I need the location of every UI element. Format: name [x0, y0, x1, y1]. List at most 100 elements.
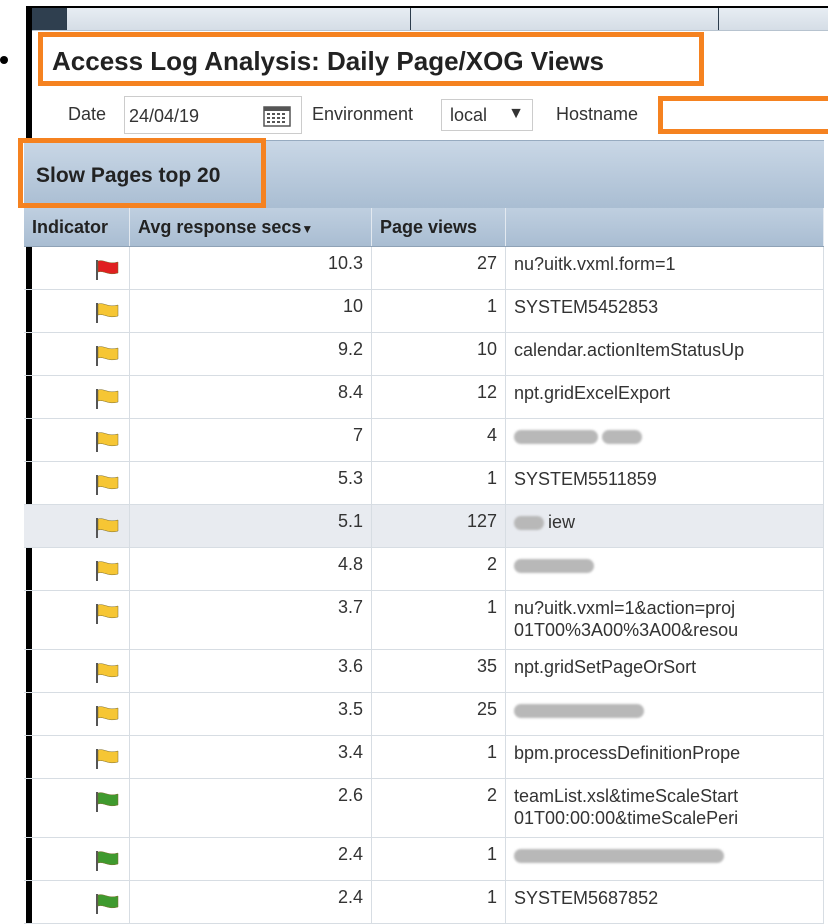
table-row[interactable]: 5.3 1 SYSTEM5511859 — [24, 462, 824, 505]
page-views-cell: 35 — [372, 650, 506, 692]
page-name-cell[interactable]: iew — [506, 505, 824, 547]
page-name-cell[interactable]: nu?uitk.vxml.form=1 — [506, 247, 824, 289]
page-name-text: nu?uitk.vxml=1&action=proj 01T00%3A00%3A… — [514, 598, 739, 640]
avg-response-cell: 2.4 — [130, 881, 372, 923]
table-row[interactable]: 2.4 1 — [24, 838, 824, 881]
table-row[interactable]: 3.6 35 npt.gridSetPageOrSort — [24, 650, 824, 693]
page-name-cell[interactable] — [506, 838, 824, 880]
avg-response-cell: 9.2 — [130, 333, 372, 375]
yellow-flag-icon — [96, 749, 119, 769]
yellow-flag-icon — [96, 475, 119, 495]
date-value: 24/04/19 — [129, 106, 200, 126]
page-name-text: teamList.xsl&timeScaleStart 01T00:00:00&… — [514, 786, 739, 828]
avg-response-cell: 10.3 — [130, 247, 372, 289]
page-name-cell[interactable] — [506, 693, 824, 735]
page-name-text: bpm.processDefinitionPrope — [514, 743, 741, 763]
page-name-text: SYSTEM5511859 — [514, 469, 657, 489]
table-row[interactable]: 5.1 127 iew — [24, 505, 824, 548]
header-page-views[interactable]: Page views — [372, 208, 506, 246]
page-views-cell: 1 — [372, 838, 506, 880]
page-views-cell: 27 — [372, 247, 506, 289]
date-label: Date — [68, 104, 107, 124]
hostname-input[interactable] — [658, 96, 828, 134]
indicator-cell — [24, 462, 130, 504]
page-name-text: SYSTEM5687852 — [514, 888, 659, 908]
table-row[interactable]: 4.8 2 — [24, 548, 824, 591]
slow-pages-table: Indicator Avg response secs▼ Page views … — [24, 208, 824, 924]
avg-response-cell: 5.1 — [130, 505, 372, 547]
avg-response-cell: 3.5 — [130, 693, 372, 735]
header-page[interactable] — [506, 208, 824, 246]
table-row[interactable]: 3.4 1 bpm.processDefinitionPrope — [24, 736, 824, 779]
yellow-flag-icon — [96, 706, 119, 726]
green-flag-icon — [96, 792, 119, 812]
yellow-flag-icon — [96, 663, 119, 683]
page-name-cell[interactable] — [506, 548, 824, 590]
avg-response-cell: 4.8 — [130, 548, 372, 590]
table-row[interactable]: 2.6 2 teamList.xsl&timeScaleStart 01T00:00… — [24, 779, 824, 838]
environment-select[interactable]: local ▼ — [441, 99, 533, 131]
page-views-cell: 1 — [372, 881, 506, 923]
avg-response-cell: 7 — [130, 419, 372, 461]
tab-3[interactable] — [410, 8, 719, 30]
green-flag-icon — [96, 894, 119, 914]
avg-response-cell: 3.4 — [130, 736, 372, 778]
indicator-cell — [24, 548, 130, 590]
table-row[interactable]: 2.4 1 SYSTEM5687852 — [24, 881, 824, 924]
table-row[interactable]: 8.4 12 npt.gridExcelExport — [24, 376, 824, 419]
table-row[interactable]: 10.3 27 nu?uitk.vxml.form=1 — [24, 247, 824, 290]
page-views-cell: 1 — [372, 462, 506, 504]
indicator-cell — [24, 693, 130, 735]
page-views-cell: 127 — [372, 505, 506, 547]
yellow-flag-icon — [96, 303, 119, 323]
avg-response-cell: 2.4 — [130, 838, 372, 880]
page-name-text: npt.gridSetPageOrSort — [514, 657, 697, 677]
table-header: Indicator Avg response secs▼ Page views — [24, 208, 824, 247]
page-name-cell[interactable]: bpm.processDefinitionPrope — [506, 736, 824, 778]
indicator-cell — [24, 838, 130, 880]
page-views-cell: 25 — [372, 693, 506, 735]
tab-1[interactable] — [32, 8, 67, 30]
page-name-text: nu?uitk.vxml.form=1 — [514, 254, 676, 274]
hostname-label: Hostname — [556, 104, 639, 124]
page-name-cell[interactable] — [506, 419, 824, 461]
page-name-text: calendar.actionItemStatusUp — [514, 340, 745, 360]
table-row[interactable]: 3.5 25 — [24, 693, 824, 736]
avg-response-cell: 10 — [130, 290, 372, 332]
avg-response-cell: 8.4 — [130, 376, 372, 418]
filter-bar: Date 24/04/19 Environment local ▼ Hostna… — [32, 92, 828, 136]
page-name-cell[interactable]: npt.gridSetPageOrSort — [506, 650, 824, 692]
table-row[interactable]: 3.7 1 nu?uitk.vxml=1&action=proj 01T00%3A0… — [24, 591, 824, 650]
indicator-cell — [24, 591, 130, 649]
page-name-cell[interactable]: SYSTEM5452853 — [506, 290, 824, 332]
date-field[interactable]: 24/04/19 — [124, 96, 302, 134]
table-row[interactable]: 10 1 SYSTEM5452853 — [24, 290, 824, 333]
page-views-cell: 1 — [372, 591, 506, 649]
header-indicator[interactable]: Indicator — [24, 208, 130, 246]
red-flag-icon — [96, 260, 119, 280]
tab-strip — [32, 8, 828, 31]
page-name-text: SYSTEM5452853 — [514, 297, 659, 317]
table-row[interactable]: 74 — [24, 419, 824, 462]
page-name-cell[interactable]: nu?uitk.vxml=1&action=proj 01T00%3A00%3A… — [506, 591, 824, 649]
page-name-cell[interactable]: calendar.actionItemStatusUp — [506, 333, 824, 375]
avg-response-cell: 3.6 — [130, 650, 372, 692]
chevron-down-icon: ▼ — [508, 105, 524, 122]
tab-2[interactable] — [66, 8, 411, 30]
redacted-text — [514, 430, 598, 445]
table-row[interactable]: 9.2 10 calendar.actionItemStatusUp — [24, 333, 824, 376]
avg-response-cell: 3.7 — [130, 591, 372, 649]
redacted-text — [514, 516, 544, 531]
yellow-flag-icon — [96, 561, 119, 581]
calendar-icon[interactable] — [263, 105, 291, 127]
header-avg-response[interactable]: Avg response secs▼ — [130, 208, 372, 246]
indicator-cell — [24, 736, 130, 778]
page-views-cell: 4 — [372, 419, 506, 461]
yellow-flag-icon — [96, 432, 119, 452]
page-name-cell[interactable]: teamList.xsl&timeScaleStart 01T00:00:00&… — [506, 779, 824, 837]
yellow-flag-icon — [96, 389, 119, 409]
page-name-cell[interactable]: npt.gridExcelExport — [506, 376, 824, 418]
page-name-cell[interactable]: SYSTEM5511859 — [506, 462, 824, 504]
yellow-flag-icon — [96, 604, 119, 624]
page-name-cell[interactable]: SYSTEM5687852 — [506, 881, 824, 923]
